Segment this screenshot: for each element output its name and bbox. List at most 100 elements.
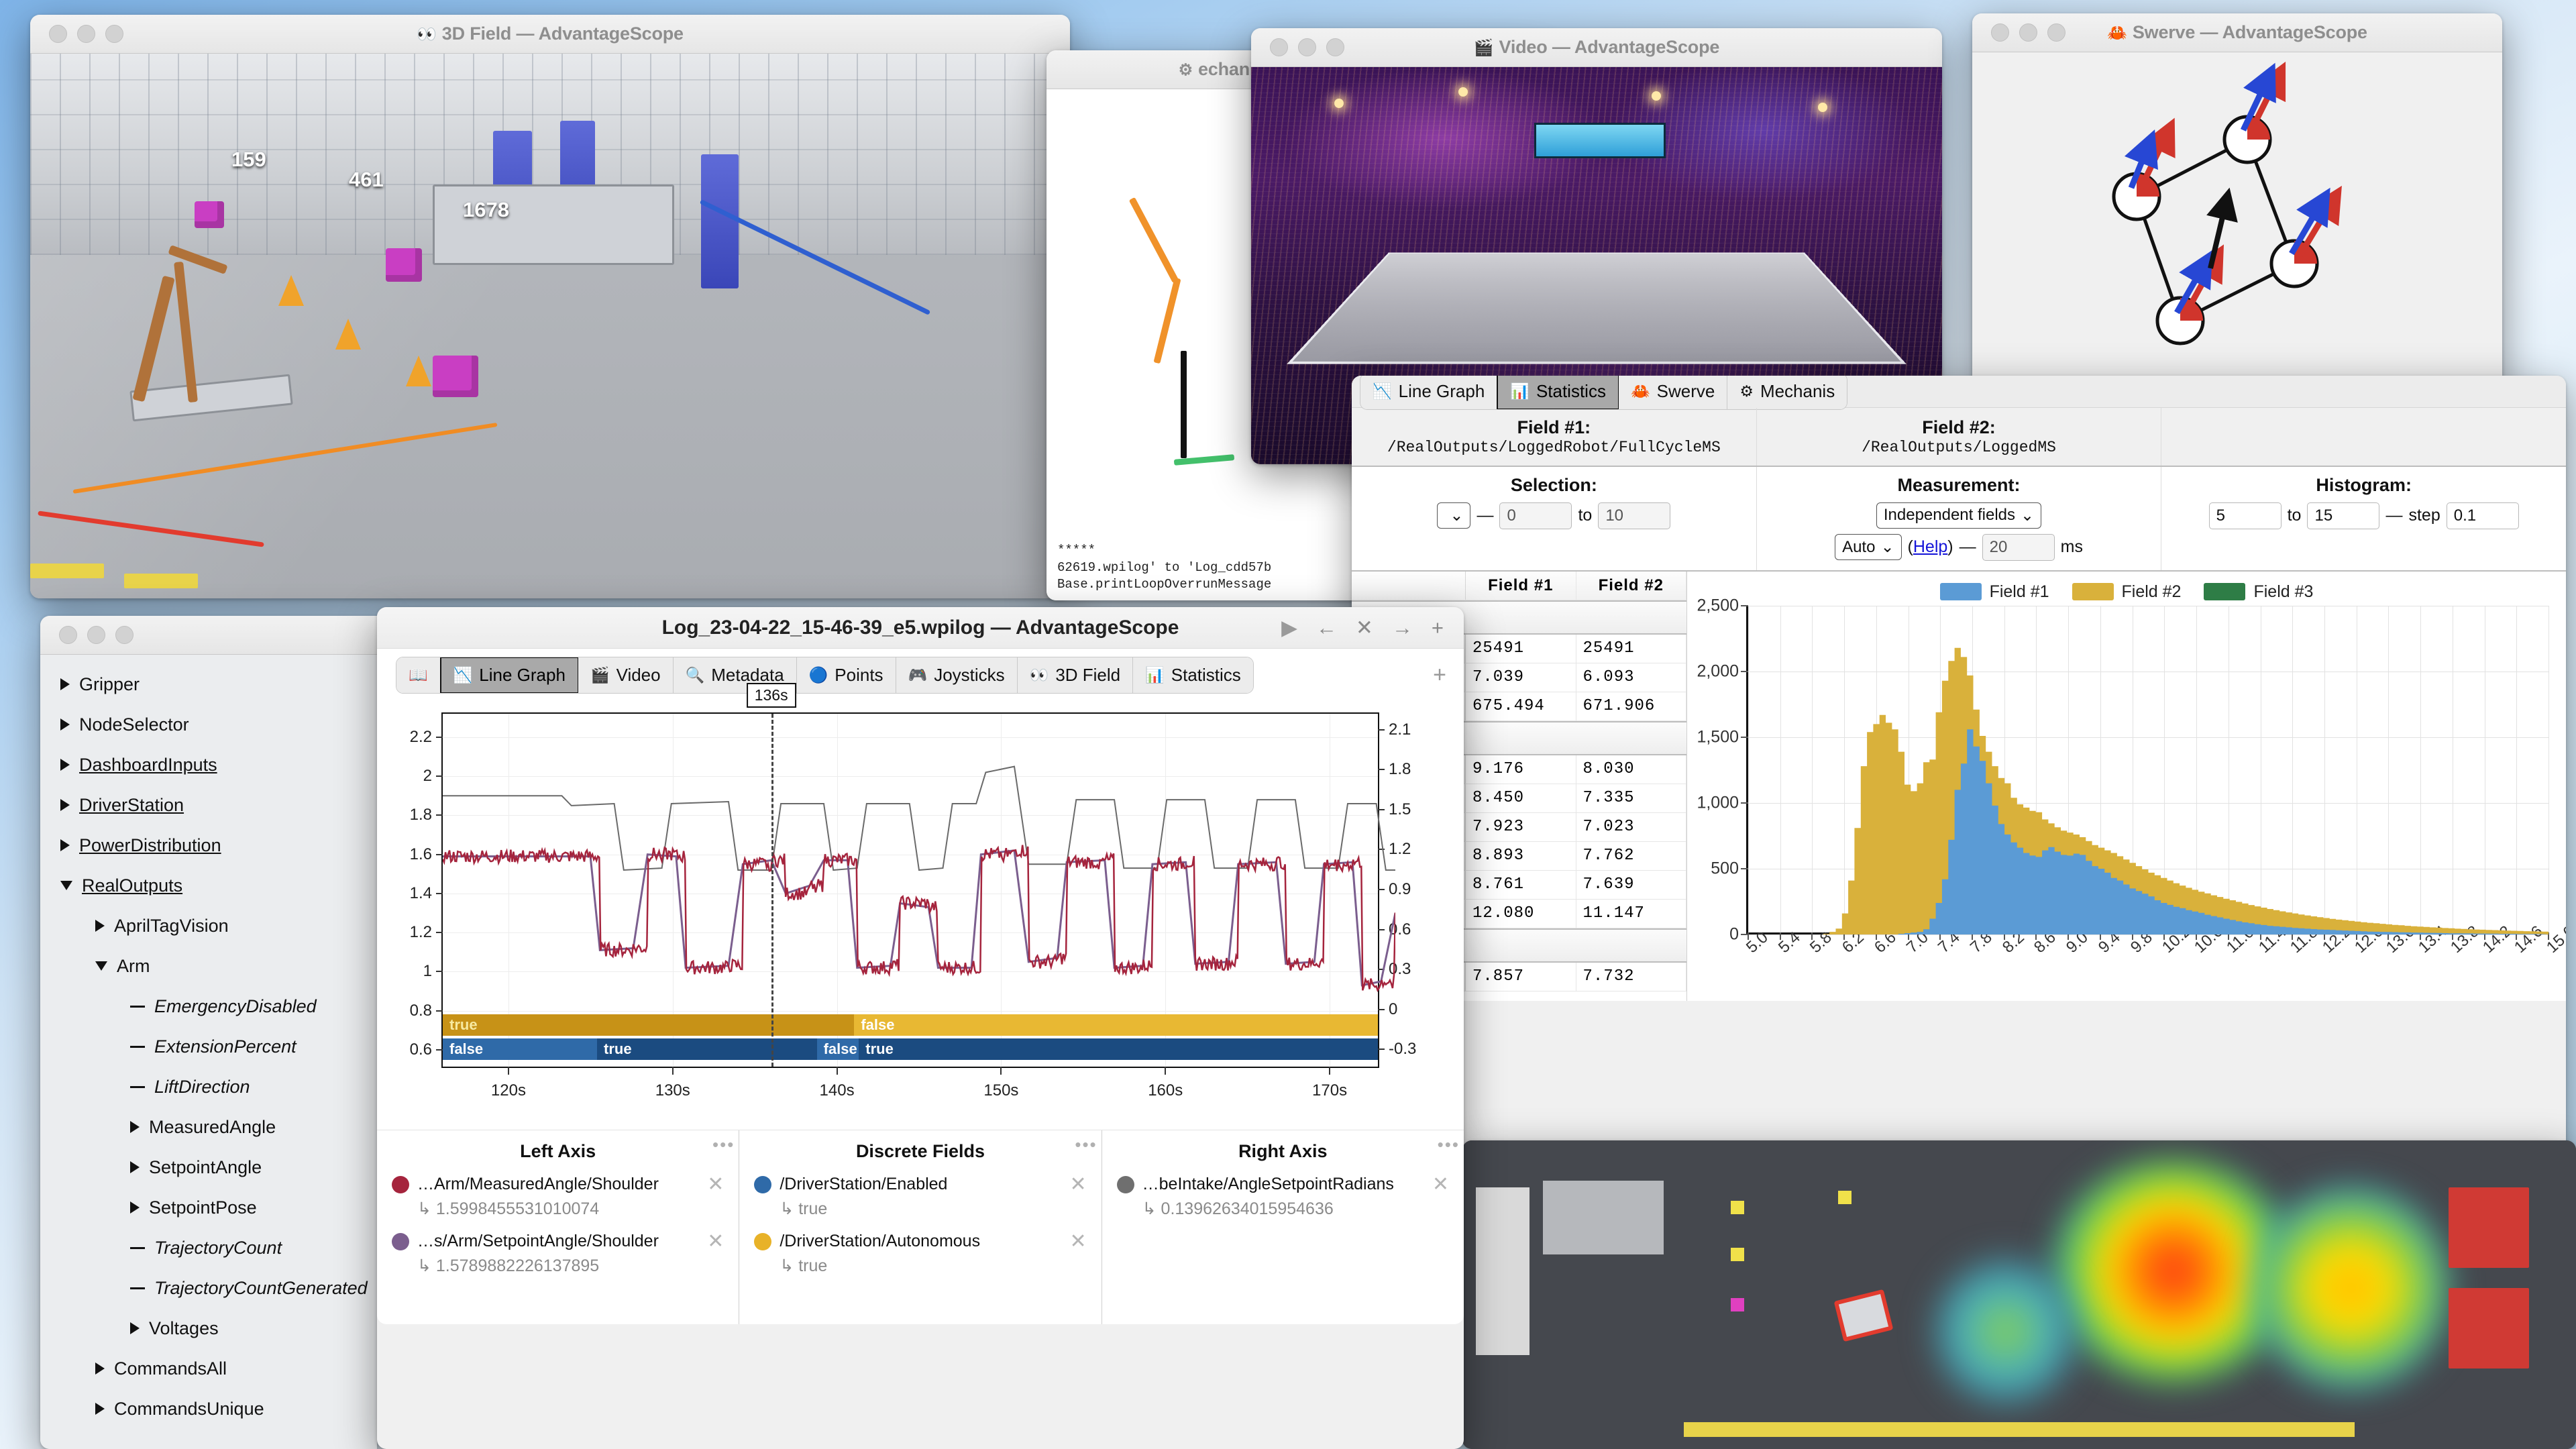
tree-item[interactable]: NodeSelector [40,704,377,745]
titlebar-video[interactable]: 🎬 Video — AdvantageScope [1251,28,1942,67]
back-button[interactable]: ← [1316,616,1337,640]
line-graph-tabbar[interactable]: 📖 📉 Line Graph 🎬 Video 🔍 Metadata 🔵 Points 🎮 Joyst… [377,649,1464,700]
tree-item[interactable]: CommandsAll [40,1348,377,1389]
tab-line-graph[interactable]: 📉 Line Graph [440,657,579,694]
tree-item[interactable]: MeasuredAngle [40,1107,377,1147]
legend-options-icon[interactable]: ••• [1438,1134,1460,1155]
tree-item[interactable]: LiftDirection [40,1067,377,1107]
series-color-dot[interactable] [392,1233,409,1250]
legend-options-icon[interactable]: ••• [1075,1134,1097,1155]
chevron-right-icon[interactable] [60,759,70,771]
zoom-button[interactable] [1326,38,1344,56]
tab-video[interactable]: 🎬 Video [578,657,674,693]
chevron-right-icon[interactable] [130,1201,140,1214]
series-color-dot[interactable] [754,1233,771,1250]
heatmap-viewport[interactable] [1462,1140,2576,1449]
add-tab-button[interactable]: + [1432,616,1444,640]
window-odometry-heatmap[interactable] [1462,1140,2576,1449]
legend-item[interactable]: /DriverStation/Enabled ✕ [754,1173,1086,1196]
legend-options-icon[interactable]: ••• [712,1134,735,1155]
chevron-right-icon[interactable] [130,1322,140,1334]
tree-item[interactable]: SetpointAngle [40,1147,377,1187]
traffic-lights-3d-field[interactable] [49,25,123,43]
tab-line-graph[interactable]: 📉 Line Graph [1360,376,1497,409]
window-3d-field[interactable]: 👀 3D Field — AdvantageScope 159 461 1678 [30,15,1070,598]
add-tab-icon[interactable]: + [1433,662,1446,688]
series-color-dot[interactable] [754,1176,771,1193]
histogram-control[interactable]: Histogram: 5 to 15 — step 0.1 [2161,467,2566,570]
close-button[interactable] [1270,38,1288,56]
selection-mode-select[interactable]: ⌄ [1437,502,1470,529]
field-tree-list[interactable]: Gripper NodeSelector DashboardInputs Driver… [40,655,377,1449]
zoom-button[interactable] [115,626,133,644]
chevron-right-icon[interactable] [130,1121,140,1133]
minimize-button[interactable] [1298,38,1316,56]
traffic-lights-field-tree[interactable] [59,626,133,644]
window-controls-line-graph[interactable]: ▶ ← ✕ → + [1281,616,1444,640]
tab-statistics[interactable]: 📊 Statistics [1133,657,1253,693]
chevron-right-icon[interactable] [60,839,70,851]
help-link[interactable]: Help [1913,537,1947,556]
legend-column-right-axis[interactable]: Right Axis ••• …beIntake/AngleSetpointRa… [1102,1130,1464,1324]
titlebar-swerve[interactable]: 🦀 Swerve — AdvantageScope [1972,13,2502,52]
tree-item[interactable]: Gripper [40,664,377,704]
chevron-right-icon[interactable] [60,718,70,731]
titlebar-3d-field[interactable]: 👀 3D Field — AdvantageScope [30,15,1070,54]
tab-mechanism[interactable]: ⚙ Mechanis [1727,376,1847,409]
legend-item[interactable]: …Arm/MeasuredAngle/Shoulder ✕ [392,1173,724,1196]
window-statistics[interactable]: 📉 Line Graph 📊 Statistics 🦀 Swerve ⚙ Mechani… [1352,376,2566,1228]
tree-item[interactable]: DriverStation [40,785,377,825]
tree-item[interactable]: RealOutputs [40,865,377,906]
selection-from-input[interactable]: 0 [1499,502,1572,529]
interval-input[interactable]: 20 [1982,534,2055,561]
chevron-down-icon[interactable] [95,961,107,971]
chevron-right-icon[interactable] [95,1403,105,1415]
minimize-button[interactable] [2019,23,2037,42]
legend-column-left-axis[interactable]: Left Axis ••• …Arm/MeasuredAngle/Shoulde… [377,1130,739,1324]
series-color-dot[interactable] [1117,1176,1134,1193]
remove-field-button[interactable]: ✕ [707,1230,724,1253]
chevron-right-icon[interactable] [60,799,70,811]
chevron-right-icon[interactable] [60,678,70,690]
traffic-lights-swerve[interactable] [1991,23,2065,42]
leaf-dash-icon[interactable] [130,1086,145,1088]
histogram-from-input[interactable]: 5 [2209,502,2282,529]
leaf-dash-icon[interactable] [130,1046,145,1048]
close-button[interactable] [1991,23,2009,42]
measurement-mode-select[interactable]: Independent fields ⌄ [1876,502,2041,529]
tree-item[interactable]: SetpointPose [40,1187,377,1228]
window-line-graph[interactable]: Log_23-04-22_15-46-39_e5.wpilog — Advant… [377,607,1464,1449]
series-color-dot[interactable] [392,1176,409,1193]
tree-item[interactable]: Arm [40,946,377,986]
tab-3d-field[interactable]: 👀 3D Field [1018,657,1133,693]
selection-to-input[interactable]: 10 [1598,502,1670,529]
time-cursor[interactable] [771,714,773,1067]
tab-swerve[interactable]: 🦀 Swerve [1619,376,1727,409]
zoom-button[interactable] [105,25,123,43]
chevron-down-icon[interactable] [60,881,72,890]
line-graph-chart[interactable]: 2.2 2 1.8 1.6 1.4 1.2 1 0.8 0.6 2.1 1.8 1.5 1.2 0.9 0.… [377,700,1464,1130]
statistics-controls[interactable]: Selection: ⌄ — 0 to 10 Measurement: Inde… [1352,467,2566,572]
tab-points[interactable]: 🔵 Points [797,657,896,693]
tree-item[interactable]: ExtensionPercent [40,1026,377,1067]
tree-item[interactable]: TrajectoryCount [40,1228,377,1268]
close-button[interactable] [49,25,67,43]
legend-column-discrete-fields[interactable]: Discrete Fields ••• /DriverStation/Enabl… [739,1130,1102,1324]
sampling-select[interactable]: Auto ⌄ [1835,534,1901,560]
remove-field-button[interactable]: ✕ [1432,1173,1449,1196]
remove-field-button[interactable]: ✕ [707,1173,724,1196]
tree-item[interactable]: AprilTagVision [40,906,377,946]
leaf-dash-icon[interactable] [130,1247,145,1249]
tree-item[interactable]: CommandsUnique [40,1389,377,1429]
remove-field-button[interactable]: ✕ [1070,1173,1087,1196]
traffic-lights-video[interactable] [1270,38,1344,56]
minimize-button[interactable] [77,25,95,43]
chevron-right-icon[interactable] [130,1161,140,1173]
histogram-to-input[interactable]: 15 [2307,502,2379,529]
leaf-dash-icon[interactable] [130,1006,145,1008]
close-button[interactable] [59,626,77,644]
line-graph-plot-area[interactable]: 2.2 2 1.8 1.6 1.4 1.2 1 0.8 0.6 2.1 1.8 1.5 1.2 0.9 0.… [441,712,1379,1068]
legend-item[interactable]: /DriverStation/Autonomous ✕ [754,1230,1086,1253]
chevron-right-icon[interactable] [95,920,105,932]
statistics-tabbar[interactable]: 📉 Line Graph 📊 Statistics 🦀 Swerve ⚙ Mechani… [1352,376,2566,408]
